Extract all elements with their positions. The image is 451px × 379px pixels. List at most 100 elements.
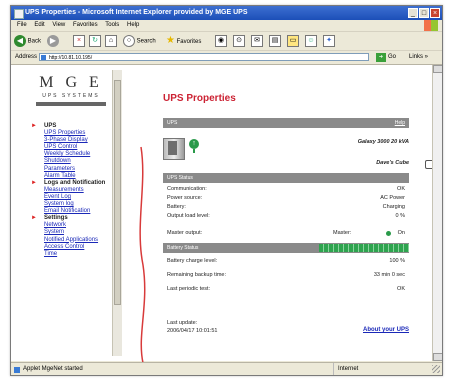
search-button[interactable]: ○ Search <box>123 35 156 48</box>
menu-file[interactable]: File <box>17 22 27 28</box>
window-title: UPS Properties - Microsoft Internet Expl… <box>25 9 248 16</box>
nav-link-time[interactable]: Time <box>11 251 123 258</box>
media-button[interactable]: ◉ <box>215 35 227 48</box>
forward-button[interactable]: ▶ <box>47 35 59 48</box>
status-bar: Applet MgeNet started Internet <box>11 362 442 375</box>
back-arrow-icon: ◀ <box>14 35 26 47</box>
security-zone: Internet <box>333 363 408 375</box>
menu-help[interactable]: Help <box>127 22 139 28</box>
nav-link-alarm-table[interactable]: Alarm Table <box>11 173 123 180</box>
nav-link-ups-properties[interactable]: UPS Properties <box>11 130 123 137</box>
media-icon: ◉ <box>215 35 227 47</box>
nav-link-notified-applications[interactable]: Notified Applications <box>11 237 123 244</box>
ups-owner: Dave's Cube <box>376 160 409 166</box>
window-controls: _ □ × <box>408 8 440 18</box>
scroll-down-button[interactable] <box>433 353 442 361</box>
go-button[interactable]: Go <box>388 54 396 60</box>
arrow-right-icon: ► <box>31 215 37 222</box>
home-button[interactable]: ⌂ <box>105 35 117 48</box>
toolbar: ◀ Back ▶ × ↻ ⌂ ○ Search ★ Favorites ◉ ⊙ … <box>11 32 442 51</box>
sidebar-frame: M G E UPS SYSTEMS ► UPS UPS Properties 3… <box>11 65 123 361</box>
battery-status-header: Battery Status <box>163 243 409 253</box>
print-icon: ▤ <box>269 35 281 47</box>
mge-logo: M G E UPS SYSTEMS <box>31 75 111 106</box>
page-content: M G E UPS SYSTEMS ► UPS UPS Properties 3… <box>11 65 442 364</box>
help-link[interactable]: Help <box>395 118 405 128</box>
windows-logo-icon <box>424 20 438 31</box>
logo-sub: UPS SYSTEMS <box>42 93 100 99</box>
nav-link-parameters[interactable]: Parameters <box>11 166 123 173</box>
address-label: Address <box>15 54 38 60</box>
mail-button[interactable]: ✉ <box>251 35 263 48</box>
messenger-icon: ☺ <box>305 35 317 47</box>
nav-section-ups: ► UPS <box>31 123 57 129</box>
page-scrollbar[interactable] <box>432 65 442 361</box>
star-icon: ★ <box>166 35 175 46</box>
nav-link-weekly-schedule[interactable]: Weekly Schedule <box>11 151 123 158</box>
forward-arrow-icon: ▶ <box>47 35 59 47</box>
nav-section-logs: ► Logs and Notification <box>31 179 106 186</box>
edit-button[interactable]: ▭ <box>287 35 299 48</box>
history-button[interactable]: ⊙ <box>233 35 245 48</box>
search-icon: ○ <box>123 35 135 47</box>
back-button[interactable]: ◀ Back <box>14 35 41 48</box>
menu-bar: File Edit View Favorites Tools Help <box>11 20 442 32</box>
links-button[interactable]: Links » <box>409 54 428 60</box>
arrow-right-icon: ► <box>31 123 37 129</box>
page-title: UPS Properties <box>163 93 236 104</box>
close-button[interactable]: × <box>430 8 440 18</box>
refresh-icon: ↻ <box>89 35 101 47</box>
nav-link-system-log[interactable]: System log <box>11 201 123 208</box>
logo-bar <box>36 102 106 106</box>
last-update: Last update: 2006/04/17 10:01:51 <box>167 319 217 335</box>
scroll-up-button[interactable] <box>433 65 442 73</box>
last-update-value: 2006/04/17 10:01:51 <box>167 328 218 334</box>
tools-icon: ✦ <box>323 35 335 47</box>
stop-button[interactable]: × <box>73 35 85 48</box>
nav-link-event-log[interactable]: Event Log <box>11 194 123 201</box>
address-url: http://10.81.10.195/ <box>49 55 93 61</box>
about-ups-link[interactable]: About your UPS <box>363 327 409 333</box>
menu-favorites[interactable]: Favorites <box>73 22 98 28</box>
favorites-button[interactable]: ★ Favorites <box>166 35 201 48</box>
browser-window: UPS Properties - Microsoft Internet Expl… <box>10 5 443 376</box>
main-panel: UPS Properties UPS Help ↑ Galaxy 3000 20… <box>141 65 442 361</box>
sidebar-scroll-thumb[interactable] <box>114 80 121 305</box>
output-on-icon <box>386 231 391 236</box>
sidebar-nav: ► UPS UPS Properties 3-Phase Display UPS… <box>11 123 123 258</box>
home-icon: ⌂ <box>105 35 117 47</box>
nav-link-shutdown[interactable]: Shutdown <box>11 158 123 165</box>
address-bar: Address http://10.81.10.195/ ➜ Go Links … <box>11 51 442 65</box>
nav-link-system[interactable]: System <box>11 229 123 236</box>
status-text: Applet MgeNet started <box>23 366 83 372</box>
nav-link-network[interactable]: Network <box>11 222 123 229</box>
nav-link-measurements[interactable]: Measurements <box>11 187 123 194</box>
page-status-icon <box>14 367 20 373</box>
stop-icon: × <box>73 35 85 47</box>
folder-icon: ▭ <box>287 35 299 47</box>
sidebar-scrollbar[interactable] <box>112 70 122 356</box>
address-input[interactable]: http://10.81.10.195/ <box>39 53 369 61</box>
ups-model: Galaxy 3000 20 kVA <box>357 139 409 145</box>
resize-grip-icon[interactable] <box>432 365 440 373</box>
page-icon <box>41 55 46 60</box>
print-button[interactable]: ▤ <box>269 35 281 48</box>
nav-link-ups-control[interactable]: UPS Control <box>11 144 123 151</box>
maximize-button[interactable]: □ <box>419 8 429 18</box>
refresh-button[interactable]: ↻ <box>89 35 101 48</box>
ups-device-panel <box>168 141 177 155</box>
tools-button[interactable]: ✦ <box>323 35 335 48</box>
go-arrow-icon[interactable]: ➜ <box>376 53 386 62</box>
menu-edit[interactable]: Edit <box>34 22 44 28</box>
arrow-right-icon: ► <box>31 179 37 186</box>
minimize-button[interactable]: _ <box>408 8 418 18</box>
nav-link-3-phase-display[interactable]: 3-Phase Display <box>11 137 123 144</box>
menu-tools[interactable]: Tools <box>105 22 119 28</box>
ups-section-header: UPS Help <box>163 118 409 128</box>
nav-link-email-notification[interactable]: Email Notification <box>11 208 123 215</box>
messenger-button[interactable]: ☺ <box>305 35 317 48</box>
nav-section-settings: ► Settings <box>31 215 68 222</box>
menu-view[interactable]: View <box>52 22 65 28</box>
ups-status-header: UPS Status <box>163 173 409 183</box>
nav-link-access-control[interactable]: Access Control <box>11 244 123 251</box>
